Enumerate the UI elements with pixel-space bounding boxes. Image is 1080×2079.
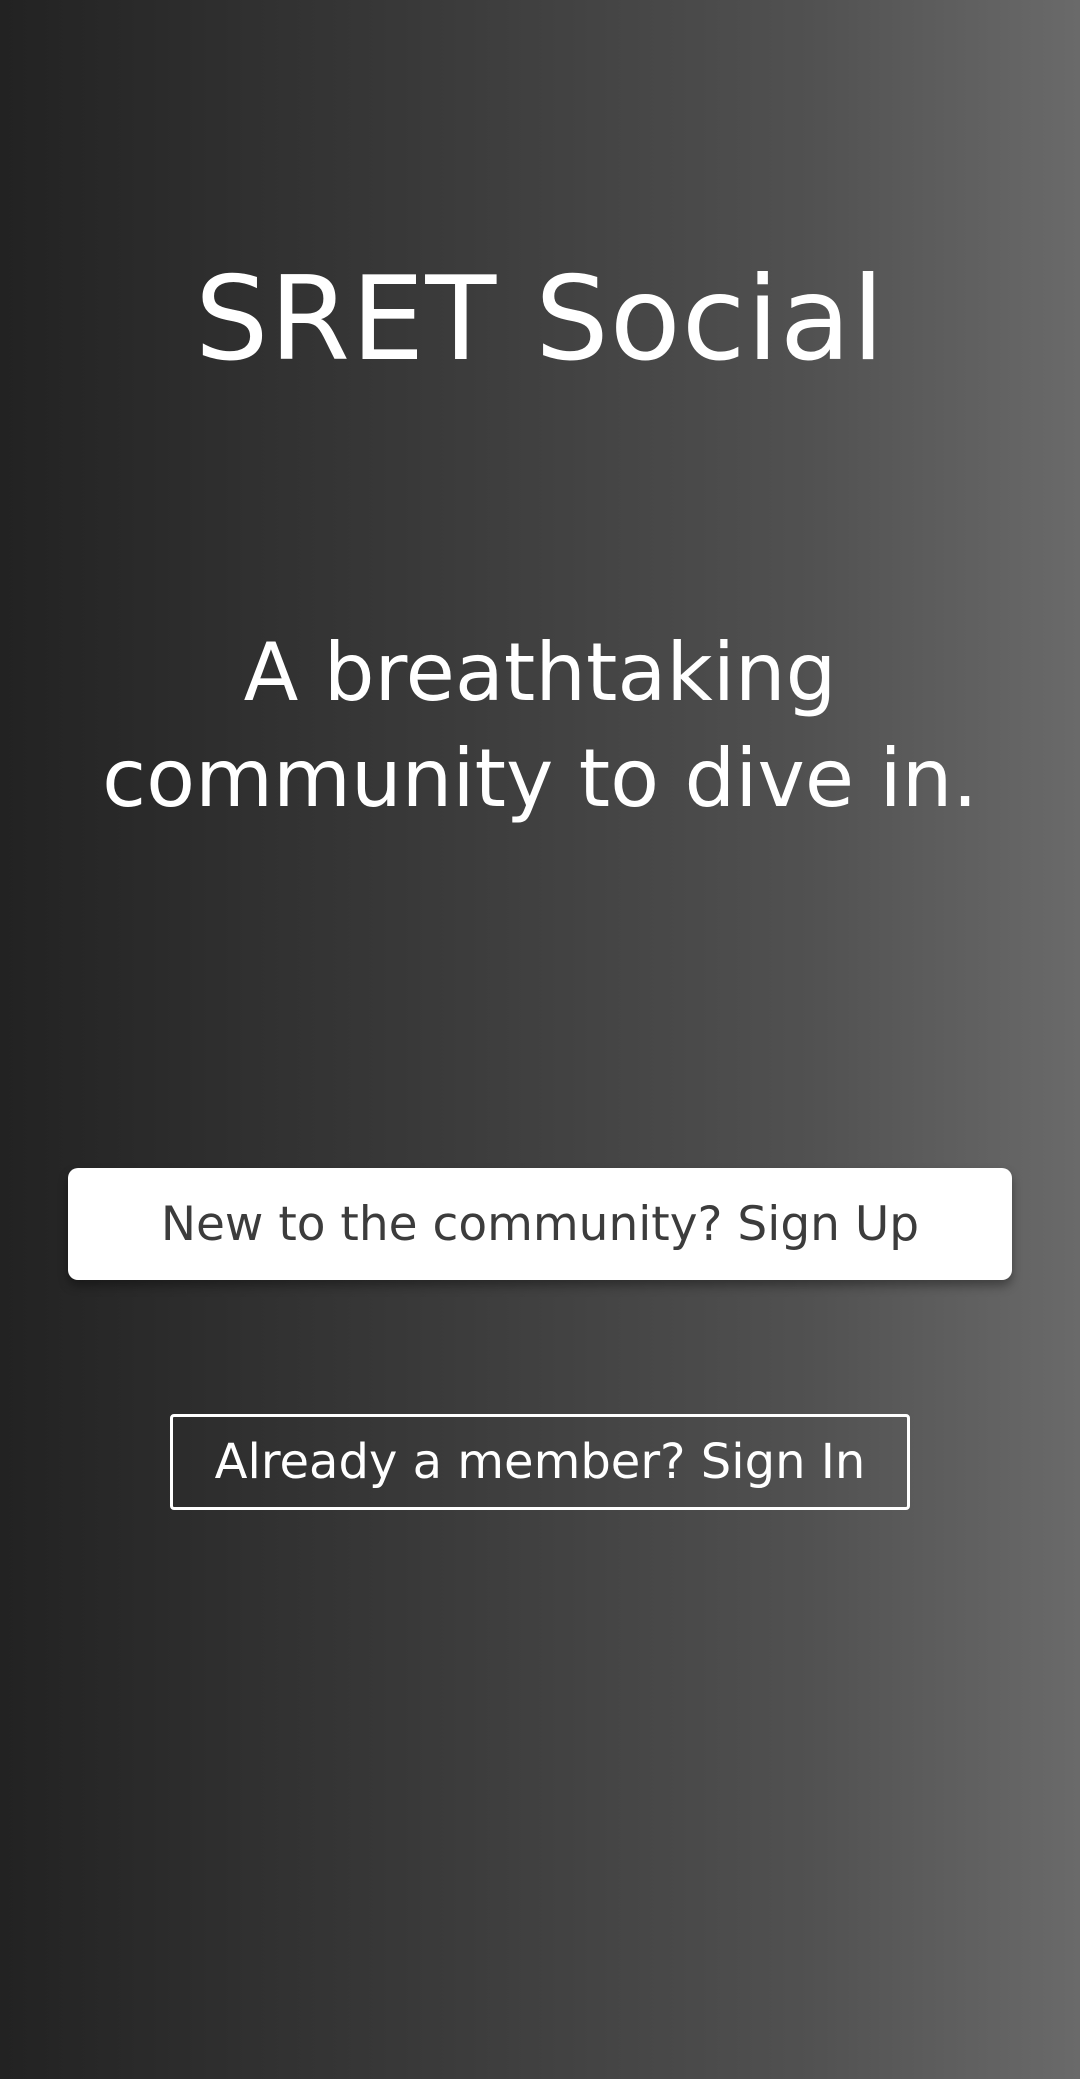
tagline: A breathtaking community to dive in. [102, 626, 978, 825]
sign-up-button[interactable]: New to the community? Sign Up [68, 1168, 1012, 1280]
app-title: SRET Social [194, 252, 886, 387]
sign-in-button[interactable]: Already a member? Sign In [170, 1414, 910, 1510]
welcome-screen: SRET Social A breathtaking community to … [0, 0, 1080, 2079]
